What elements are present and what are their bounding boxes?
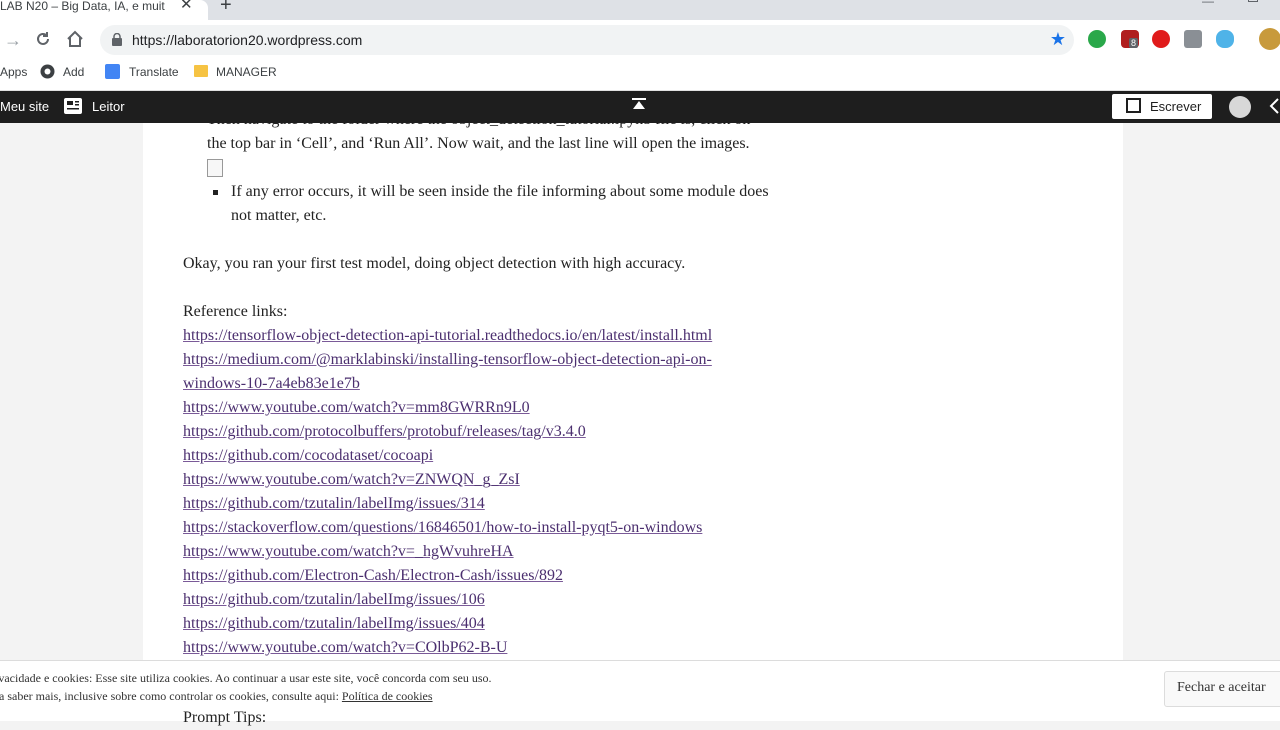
tab-title: LAB N20 – Big Data, IA, e muito mais <box>0 0 165 13</box>
bookmark-star-icon[interactable]: ★ <box>1050 29 1066 50</box>
globe-icon <box>40 64 55 82</box>
evernote-extension-icon[interactable] <box>1088 30 1106 48</box>
accept-cookies-label: Fechar e aceitar <box>1177 680 1266 695</box>
cookie-line2: ra saber mais, inclusive sobre como cont… <box>0 689 339 703</box>
browser-toolbar: → https://laboratorion20.wordpress.com ★… <box>0 20 1280 60</box>
reader-icon <box>64 98 82 117</box>
bookmark-add[interactable]: Add <box>63 65 84 79</box>
write-label: Escrever <box>1150 99 1202 114</box>
bullet-text-line1: If any error occurs, it will be seen ins… <box>231 183 769 200</box>
article-text: the top bar in ‘Cell’, and ‘Run All’. No… <box>207 135 750 152</box>
reference-link[interactable]: https://github.com/Electron-Cash/Electro… <box>183 567 563 584</box>
home-icon[interactable] <box>66 30 84 52</box>
cloud-extension-icon[interactable] <box>1216 30 1234 48</box>
article-paragraph: Okay, you ran your first test model, doi… <box>183 255 686 272</box>
collapse-icon[interactable] <box>632 97 646 114</box>
broken-image-icon <box>207 159 223 177</box>
wp-admin-bar: Meu site Leitor Escrever <box>0 91 1280 123</box>
bullet-text-line2: not matter, etc. <box>231 207 327 224</box>
profile-avatar[interactable] <box>1259 28 1280 50</box>
folder-icon <box>194 65 208 77</box>
maximize-icon[interactable] <box>1248 0 1258 2</box>
bullet-icon <box>213 190 218 195</box>
reference-link[interactable]: https://www.youtube.com/watch?v=ZNWQN_g_… <box>183 471 520 488</box>
cookie-text: ivacidade e cookies: Esse site utiliza c… <box>0 669 492 705</box>
forward-icon[interactable]: → <box>4 30 22 50</box>
cookie-policy-link[interactable]: Política de cookies <box>342 689 433 703</box>
reference-link[interactable]: windows-10-7a4eb83e1e7b <box>183 375 360 392</box>
reference-link[interactable]: https://medium.com/@marklabinski/install… <box>183 351 712 368</box>
reference-link[interactable]: https://tensorflow-object-detection-api-… <box>183 327 712 344</box>
extension-badge: 8 <box>1129 38 1139 48</box>
reference-link[interactable]: https://github.com/tzutalin/labelImg/iss… <box>183 615 485 632</box>
cookie-line1: ivacidade e cookies: Esse site utiliza c… <box>0 671 492 685</box>
user-avatar[interactable] <box>1229 96 1251 118</box>
new-tab-icon[interactable]: + <box>220 0 232 15</box>
minimize-icon[interactable]: — <box>1202 0 1214 8</box>
notifications-icon[interactable] <box>1268 97 1280 118</box>
write-icon <box>1126 98 1141 113</box>
translate-icon <box>105 64 120 79</box>
my-site-link[interactable]: Meu site <box>0 99 49 114</box>
tab-strip: LAB N20 – Big Data, IA, e muito mais ✕ +… <box>0 0 1280 20</box>
reload-icon[interactable] <box>34 30 52 52</box>
reference-link[interactable]: https://github.com/tzutalin/labelImg/iss… <box>183 591 485 608</box>
article: Then navigate to the folder where the ob… <box>143 123 1123 660</box>
references-heading: Reference links: <box>183 303 288 320</box>
accept-cookies-button[interactable]: Fechar e aceitar <box>1164 671 1280 707</box>
bookmark-apps[interactable]: Apps <box>0 65 27 79</box>
page-content: Then navigate to the folder where the ob… <box>0 123 1280 660</box>
reference-link[interactable]: https://github.com/protocolbuffers/proto… <box>183 423 586 440</box>
drive-extension-icon[interactable] <box>1184 30 1202 48</box>
reference-link[interactable]: https://github.com/tzutalin/labelImg/iss… <box>183 495 485 512</box>
reference-link[interactable]: https://github.com/cocodataset/cocoapi <box>183 447 433 464</box>
next-heading: Prompt Tips: <box>183 709 267 726</box>
reference-link[interactable]: https://stackoverflow.com/questions/1684… <box>183 519 702 536</box>
reference-link[interactable]: https://www.youtube.com/watch?v=mm8GWRRn… <box>183 399 530 416</box>
bookmark-manager[interactable]: MANAGER <box>216 65 277 79</box>
browser-tab[interactable]: LAB N20 – Big Data, IA, e muito mais ✕ <box>0 0 208 20</box>
bookmark-translate[interactable]: Translate <box>129 65 179 79</box>
write-button[interactable]: Escrever <box>1112 94 1212 119</box>
article-text-cut: Then navigate to the folder where the ob… <box>207 123 750 132</box>
bookmarks-bar: Apps Add Translate MANAGER <box>0 60 1280 91</box>
opera-extension-icon[interactable] <box>1152 30 1170 48</box>
url-text[interactable]: https://laboratorion20.wordpress.com <box>132 32 362 48</box>
reader-link[interactable]: Leitor <box>92 99 125 114</box>
tab-close-icon[interactable]: ✕ <box>180 0 193 13</box>
lock-icon <box>112 33 122 46</box>
ublock-extension-icon[interactable]: 8 <box>1121 30 1139 48</box>
address-bar[interactable]: https://laboratorion20.wordpress.com ★ <box>100 25 1074 55</box>
reference-link[interactable]: https://www.youtube.com/watch?v=_hgWvuhr… <box>183 543 514 560</box>
reference-link[interactable]: https://www.youtube.com/watch?v=COlbP62-… <box>183 639 507 656</box>
